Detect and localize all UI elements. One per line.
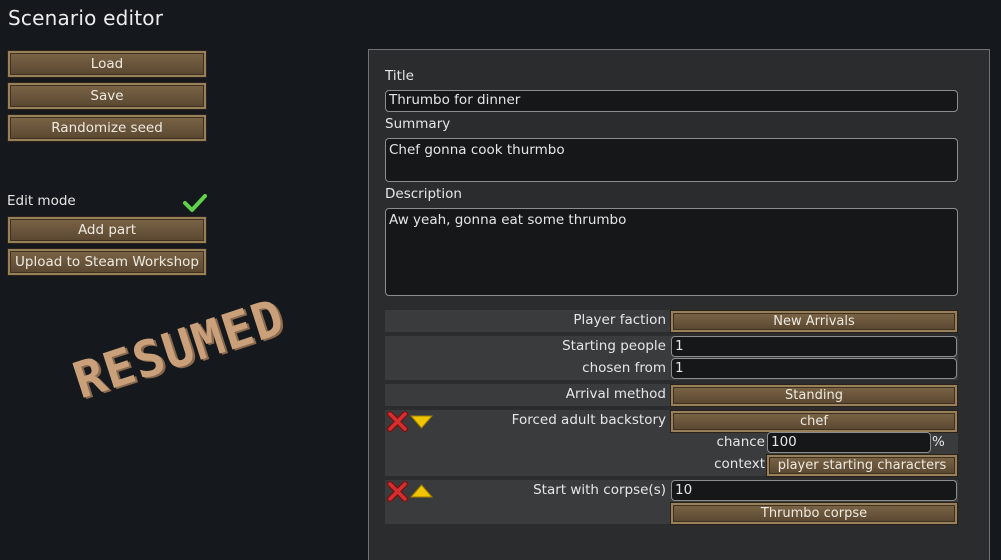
starting-people-input[interactable]: 1 bbox=[671, 336, 957, 357]
triangle-down-icon[interactable] bbox=[410, 415, 433, 429]
chosen-from-input[interactable]: 1 bbox=[671, 358, 957, 379]
x-icon[interactable] bbox=[387, 481, 408, 502]
chosen-from-label: chosen from bbox=[582, 360, 666, 376]
summary-input[interactable]: Chef gonna cook thurmbo bbox=[385, 138, 958, 182]
load-button[interactable]: Load bbox=[8, 51, 206, 77]
description-label: Description bbox=[385, 186, 462, 202]
context-label: context bbox=[714, 456, 765, 472]
resumed-stamp: RESUMED bbox=[66, 287, 292, 411]
forced-backstory-label: Forced adult backstory bbox=[511, 412, 666, 428]
x-icon[interactable] bbox=[387, 411, 408, 432]
player-faction-label: Player faction bbox=[573, 312, 666, 328]
context-button[interactable]: player starting characters bbox=[767, 455, 957, 476]
save-button[interactable]: Save bbox=[8, 83, 206, 109]
description-input[interactable]: Aw yeah, gonna eat some thrumbo bbox=[385, 208, 958, 296]
edit-mode-label: Edit mode bbox=[7, 193, 76, 209]
triangle-up-icon[interactable] bbox=[410, 484, 433, 498]
arrival-method-label: Arrival method bbox=[565, 386, 666, 402]
check-icon[interactable] bbox=[183, 193, 207, 213]
arrival-method-button[interactable]: Standing bbox=[671, 385, 957, 406]
summary-label: Summary bbox=[385, 116, 451, 132]
add-part-button[interactable]: Add part bbox=[8, 217, 206, 243]
title-label: Title bbox=[385, 68, 414, 84]
forced-backstory-button[interactable]: chef bbox=[671, 411, 957, 432]
window-title: Scenario editor bbox=[8, 6, 164, 30]
start-with-corpse-label: Start with corpse(s) bbox=[533, 482, 666, 498]
upload-steam-workshop-button[interactable]: Upload to Steam Workshop bbox=[8, 249, 206, 275]
corpse-count-input[interactable]: 10 bbox=[671, 480, 957, 501]
title-input[interactable]: Thrumbo for dinner bbox=[385, 90, 958, 112]
starting-people-label: Starting people bbox=[562, 338, 666, 354]
player-faction-button[interactable]: New Arrivals bbox=[671, 311, 957, 332]
corpse-type-button[interactable]: Thrumbo corpse bbox=[671, 503, 957, 524]
randomize-seed-button[interactable]: Randomize seed bbox=[8, 115, 206, 141]
chance-input[interactable]: 100 bbox=[767, 432, 931, 453]
percent-sign: % bbox=[932, 434, 945, 450]
chance-label: chance bbox=[716, 434, 765, 450]
